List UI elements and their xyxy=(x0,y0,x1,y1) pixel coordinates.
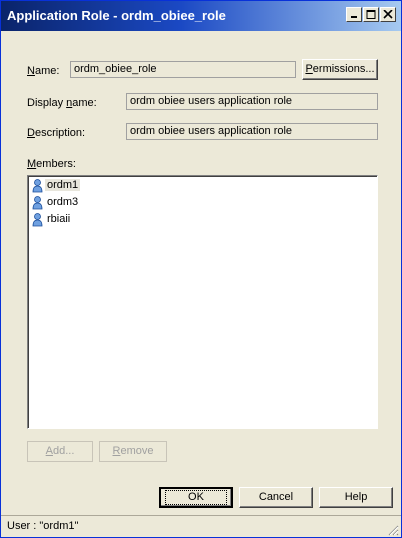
close-icon xyxy=(383,10,393,19)
name-label: Name: xyxy=(27,65,60,77)
user-icon xyxy=(32,179,43,193)
application-role-dialog: Application Role - ordm_obiee_role Name:… xyxy=(0,0,402,538)
minimize-button[interactable] xyxy=(346,7,362,22)
help-button[interactable]: Help xyxy=(319,487,393,508)
user-icon xyxy=(32,213,43,227)
ok-button[interactable]: OK xyxy=(159,487,233,508)
resize-grip-icon[interactable] xyxy=(387,524,399,536)
add-button[interactable]: Add... xyxy=(27,441,93,462)
display-name-label: Display name: xyxy=(27,97,97,109)
name-field[interactable]: ordm_obiee_role xyxy=(70,61,296,78)
status-bar: User : "ordm1" xyxy=(1,515,401,537)
window-title: Application Role - ordm_obiee_role xyxy=(7,8,226,23)
ok-label: OK xyxy=(165,490,227,505)
title-bar[interactable]: Application Role - ordm_obiee_role xyxy=(1,1,401,31)
display-name-field[interactable]: ordm obiee users application role xyxy=(126,93,378,110)
cancel-button[interactable]: Cancel xyxy=(239,487,313,508)
members-label: Members: xyxy=(27,158,76,170)
user-icon xyxy=(32,196,43,210)
member-name: ordm3 xyxy=(47,196,79,208)
status-text: User : "ordm1" xyxy=(7,520,79,532)
maximize-button[interactable] xyxy=(363,7,379,22)
maximize-icon xyxy=(366,10,376,19)
permissions-button[interactable]: Permissions... xyxy=(302,59,378,80)
close-button[interactable] xyxy=(380,7,396,22)
member-name: ordm1 xyxy=(45,179,81,191)
member-name: rbiaii xyxy=(47,213,71,225)
remove-button[interactable]: Remove xyxy=(99,441,167,462)
minimize-icon xyxy=(351,16,357,18)
members-list[interactable]: ordm1 ordm3 rbiaii xyxy=(27,175,378,429)
description-label: Description: xyxy=(27,127,86,139)
description-field[interactable]: ordm obiee users application role xyxy=(126,123,378,140)
